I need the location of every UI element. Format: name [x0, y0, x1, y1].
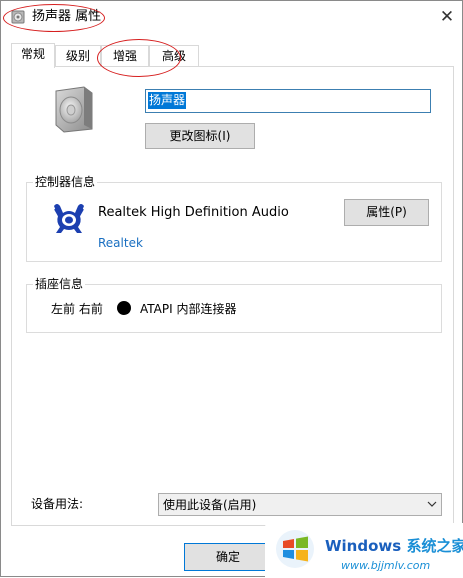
close-button[interactable]: ✕: [431, 1, 463, 33]
watermark-url: www.bjjmlv.com: [341, 559, 431, 572]
jack-connector-type: ATAPI 内部连接器: [140, 302, 237, 316]
watermark-brand-sub: 系统之家: [406, 537, 463, 555]
controller-vendor-link[interactable]: Realtek: [98, 235, 143, 251]
tab-strip: 常规 级别 增强 高级: [11, 43, 454, 68]
window-title: 扬声器 属性: [32, 9, 102, 24]
realtek-crab-icon: [54, 204, 84, 233]
tab-general[interactable]: 常规: [11, 43, 55, 68]
jack-info-label: 插座信息: [33, 277, 86, 291]
watermark-brand-main: Windows: [325, 537, 402, 555]
tab-levels[interactable]: 级别: [55, 45, 101, 66]
speaker-properties-dialog: 扬声器 属性 ✕ 常规 级别 增强 高级 扬声器 更改图标(I) 控制器信息 R…: [0, 0, 463, 578]
speaker-icon: [55, 86, 93, 133]
speaker-title-icon: [11, 10, 25, 24]
controller-name: Realtek High Definition Audio: [98, 205, 289, 220]
title-bar: 扬声器 属性 ✕: [1, 1, 462, 33]
tab-enhancements[interactable]: 增强: [101, 45, 149, 66]
ok-button[interactable]: 确定: [184, 543, 272, 571]
controller-properties-button[interactable]: 属性(P): [344, 199, 429, 226]
windows-logo-icon: [276, 530, 314, 568]
watermark-brand: Windows 系统之家: [325, 537, 463, 555]
jack-color-indicator: [117, 301, 131, 315]
device-usage-select[interactable]: 使用此设备(启用): [158, 493, 442, 516]
change-icon-button[interactable]: 更改图标(I): [145, 123, 255, 149]
device-usage-value: 使用此设备(启用): [163, 498, 257, 512]
device-name-selected-text: 扬声器: [148, 92, 187, 109]
watermark: Windows 系统之家 www.bjjmlv.com: [265, 523, 463, 578]
chevron-down-icon: [427, 501, 437, 507]
controller-info-label: 控制器信息: [33, 175, 98, 189]
jack-position: 左前 右前: [51, 302, 103, 316]
device-name-input[interactable]: 扬声器: [145, 89, 431, 113]
device-usage-label: 设备用法:: [31, 497, 84, 511]
tab-advanced[interactable]: 高级: [149, 45, 199, 66]
